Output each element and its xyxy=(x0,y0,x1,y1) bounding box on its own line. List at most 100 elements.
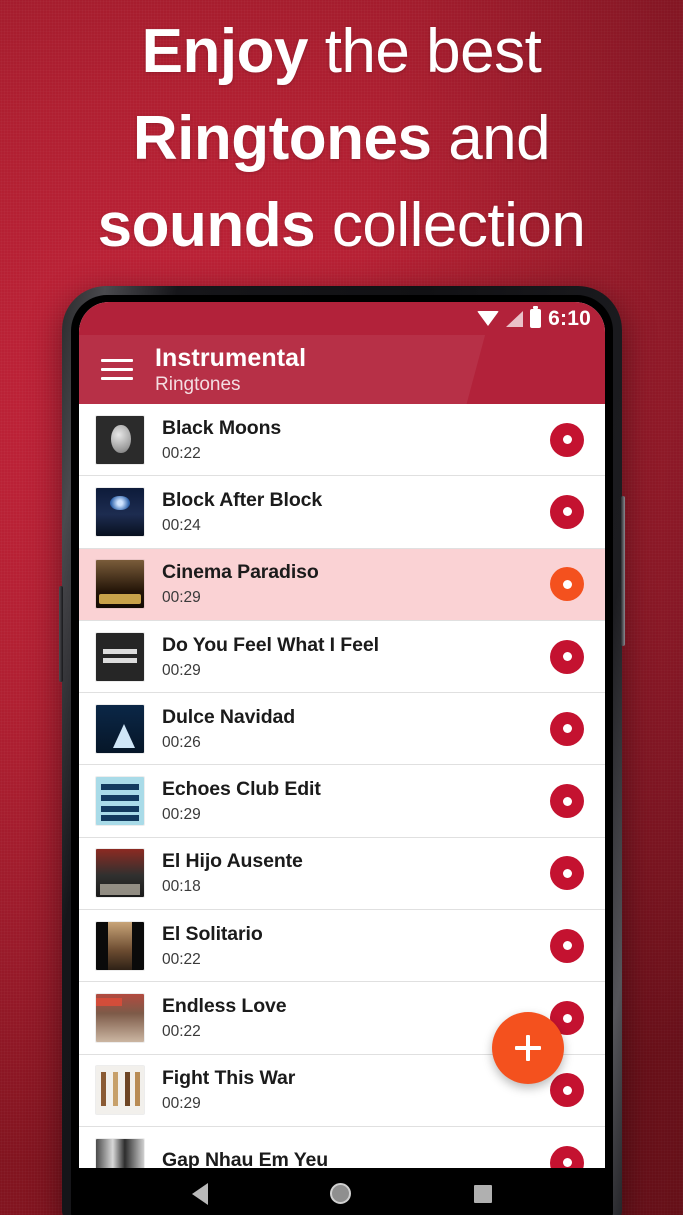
phone-side-button-left xyxy=(59,586,63,682)
promo-headline: Enjoy the best Ringtones and sounds coll… xyxy=(0,8,683,269)
album-art-thumbnail xyxy=(96,849,144,898)
ringtone-row[interactable]: El Solitario 00:22 xyxy=(79,910,605,983)
headline-line-3: sounds collection xyxy=(0,182,683,269)
home-circle-icon[interactable] xyxy=(330,1183,352,1204)
record-center-icon xyxy=(562,435,572,445)
record-center-icon xyxy=(562,796,572,806)
ringtone-duration: 00:26 xyxy=(162,733,201,751)
ringtone-duration: 00:22 xyxy=(162,950,201,968)
ringtone-text: Fight This War 00:29 xyxy=(162,1067,550,1113)
page-subtitle: Ringtones xyxy=(155,373,241,395)
ringtone-title: Block After Block xyxy=(162,488,323,511)
play-ringtone-button[interactable] xyxy=(550,856,584,891)
status-bar: 6:10 xyxy=(79,302,605,335)
headline-line-3-bold: sounds xyxy=(97,191,316,260)
ringtone-text: Endless Love 00:22 xyxy=(162,995,550,1041)
album-art-thumbnail xyxy=(96,415,144,464)
record-center-icon xyxy=(562,1158,572,1168)
play-ringtone-button[interactable] xyxy=(550,928,584,963)
phone-side-button-right xyxy=(621,496,625,646)
headline-line-1-bold: Enjoy xyxy=(141,17,309,86)
android-navigation-bar[interactable] xyxy=(79,1168,605,1215)
ringtone-text: Echoes Club Edit 00:29 xyxy=(162,778,550,824)
ringtone-row[interactable]: Block After Block 00:24 xyxy=(79,476,605,549)
ringtone-row[interactable]: Do You Feel What I Feel 00:29 xyxy=(79,620,605,694)
ringtone-title: El Solitario xyxy=(162,922,263,945)
album-art-thumbnail xyxy=(96,560,144,609)
ringtone-title: Echoes Club Edit xyxy=(162,778,321,801)
back-triangle-icon[interactable] xyxy=(192,1182,209,1205)
ringtone-title: Endless Love xyxy=(162,995,287,1018)
ringtone-duration: 00:29 xyxy=(162,806,201,824)
status-bar-clock: 6:10 xyxy=(548,306,591,330)
ringtone-text: El Hijo Ausente 00:18 xyxy=(162,850,550,896)
phone-screen: 6:10 Instrumental Ringtones Black Moons 0… xyxy=(79,302,605,1215)
ringtone-row[interactable]: El Hijo Ausente 00:18 xyxy=(79,837,605,911)
ringtone-title: Black Moons xyxy=(162,416,282,439)
ringtone-title: Do You Feel What I Feel xyxy=(162,633,379,656)
record-center-icon xyxy=(562,724,572,734)
app-bar-titles: Instrumental Ringtones xyxy=(155,344,306,395)
recents-square-icon[interactable] xyxy=(473,1184,492,1203)
ringtone-title: Fight This War xyxy=(162,1067,296,1090)
ringtone-duration: 00:29 xyxy=(162,661,201,679)
ringtone-duration: 00:29 xyxy=(162,1095,201,1113)
headline-line-2-light: and xyxy=(431,104,551,173)
promo-graphic: Enjoy the best Ringtones and sounds coll… xyxy=(0,0,683,1215)
record-center-icon xyxy=(562,507,572,517)
record-center-icon xyxy=(562,868,572,878)
ringtone-duration: 00:24 xyxy=(162,516,201,534)
record-center-icon xyxy=(562,941,572,951)
app-bar: Instrumental Ringtones xyxy=(79,335,605,404)
album-art-thumbnail xyxy=(96,704,144,753)
headline-line-1-light: the best xyxy=(307,17,542,86)
record-center-icon xyxy=(562,1085,572,1095)
ringtone-text: Block After Block 00:24 xyxy=(162,489,550,535)
hamburger-menu-icon[interactable] xyxy=(101,359,137,380)
ringtone-title: Cinema Paradiso xyxy=(162,561,319,584)
ringtone-row[interactable]: Black Moons 00:22 xyxy=(79,404,605,477)
headline-line-1: Enjoy the best xyxy=(0,8,683,95)
album-art-thumbnail xyxy=(96,487,144,536)
headline-line-3-light: collection xyxy=(315,191,586,260)
album-art-thumbnail xyxy=(96,777,144,826)
play-ringtone-button[interactable] xyxy=(550,639,584,674)
play-ringtone-button[interactable] xyxy=(550,422,584,457)
ringtone-title: Dulce Navidad xyxy=(162,705,296,728)
record-center-icon xyxy=(562,1013,572,1023)
phone-mockup: 6:10 Instrumental Ringtones Black Moons 0… xyxy=(59,286,625,1215)
wifi-icon xyxy=(477,310,500,326)
signal-icon xyxy=(506,310,524,327)
page-title: Instrumental xyxy=(155,343,307,372)
ringtone-row[interactable]: Cinema Paradiso 00:29 xyxy=(79,548,605,621)
ringtone-text: Cinema Paradiso 00:29 xyxy=(162,561,550,607)
play-ringtone-button[interactable] xyxy=(550,784,584,819)
ringtone-duration: 00:22 xyxy=(162,1023,201,1041)
ringtone-text: Dulce Navidad 00:26 xyxy=(162,706,550,752)
add-ringtone-fab[interactable] xyxy=(492,1012,564,1084)
ringtone-duration: 00:22 xyxy=(162,444,201,462)
phone-bezel-inner: 6:10 Instrumental Ringtones Black Moons 0… xyxy=(71,295,613,1215)
album-art-thumbnail xyxy=(96,1066,144,1115)
play-ringtone-button[interactable] xyxy=(550,494,584,529)
ringtone-duration: 00:18 xyxy=(162,878,201,896)
ringtone-text: El Solitario 00:22 xyxy=(162,923,550,969)
plus-icon-bar xyxy=(515,1046,541,1050)
album-art-thumbnail xyxy=(96,632,144,681)
album-art-thumbnail xyxy=(96,994,144,1043)
record-center-icon xyxy=(562,579,572,589)
headline-line-2-bold: Ringtones xyxy=(132,104,432,173)
play-ringtone-button[interactable] xyxy=(550,1073,584,1108)
play-ringtone-button[interactable] xyxy=(550,567,584,602)
ringtone-row[interactable]: Dulce Navidad 00:26 xyxy=(79,693,605,766)
ringtone-title: El Hijo Ausente xyxy=(162,850,303,873)
ringtone-row[interactable]: Echoes Club Edit 00:29 xyxy=(79,765,605,838)
record-center-icon xyxy=(562,652,572,662)
battery-icon xyxy=(530,306,542,328)
ringtone-text: Do You Feel What I Feel 00:29 xyxy=(162,634,550,680)
ringtone-text: Black Moons 00:22 xyxy=(162,417,550,463)
play-ringtone-button[interactable] xyxy=(550,711,584,746)
album-art-thumbnail xyxy=(96,921,144,970)
ringtone-duration: 00:29 xyxy=(162,589,201,607)
headline-line-2: Ringtones and xyxy=(0,95,683,182)
